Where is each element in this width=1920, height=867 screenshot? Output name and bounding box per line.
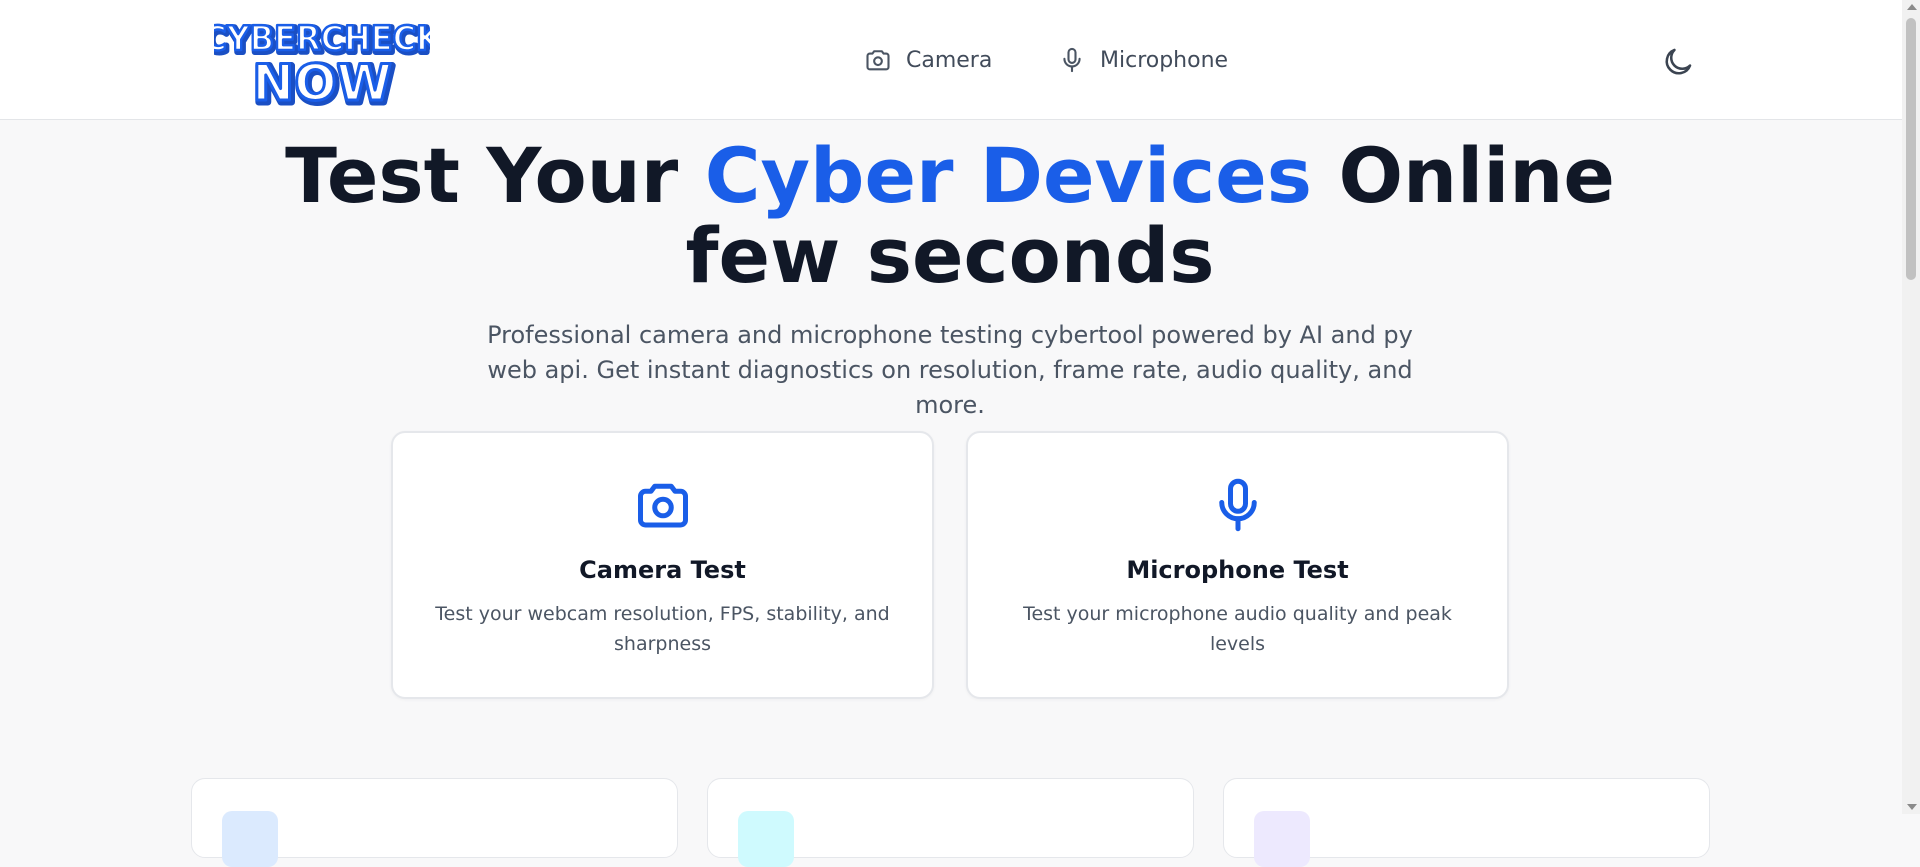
svg-text:CYBERCHECK: CYBERCHECK	[214, 18, 430, 58]
microphone-icon	[1063, 47, 1081, 73]
scrollbar-thumb[interactable]	[1906, 18, 1916, 280]
scroll-down-arrow-icon[interactable]	[1907, 804, 1917, 810]
svg-text:NOW: NOW	[252, 54, 392, 106]
feature-icon	[1254, 811, 1310, 867]
camera-test-description: Test your webcam resolution, FPS, stabil…	[435, 603, 890, 655]
feature-card	[707, 778, 1194, 867]
microphone-test-card[interactable]: Microphone Test Test your microphone aud…	[966, 431, 1509, 699]
nav-microphone-label: Microphone	[1100, 47, 1229, 73]
microphone-icon	[1218, 478, 1257, 532]
nav-camera-link[interactable]: Camera	[864, 40, 992, 80]
microphone-test-title: Microphone Test	[1126, 556, 1349, 584]
page-scrollbar[interactable]	[1902, 0, 1920, 814]
nav-camera-label: Camera	[906, 47, 993, 73]
hero-title: Test Your Cyber Devices Online few secon…	[260, 136, 1640, 296]
theme-toggle-button[interactable]	[1658, 42, 1698, 82]
feature-icon	[738, 811, 794, 867]
hero-title-accent: Cyber Devices	[704, 131, 1312, 220]
moon-icon	[1665, 48, 1692, 75]
camera-icon	[637, 483, 688, 528]
scroll-up-arrow-icon[interactable]	[1907, 4, 1917, 10]
microphone-test-description: Test your microphone audio quality and p…	[1023, 603, 1452, 655]
camera-test-card[interactable]: Camera Test Test your webcam resolution,…	[391, 431, 934, 699]
nav-microphone-link[interactable]: Microphone	[1058, 40, 1228, 80]
logo-icon: CYBERCHECK CYBERCHECK NOW NOW	[214, 18, 430, 106]
hero-title-part1: Test Your	[285, 131, 705, 220]
feature-card	[191, 778, 678, 867]
microphone-test-icon-wrap	[1208, 475, 1268, 539]
hero-subtitle: Professional camera and microphone testi…	[487, 321, 1413, 419]
site-logo[interactable]: CYBERCHECK CYBERCHECK NOW NOW	[214, 18, 430, 106]
camera-test-icon-wrap	[633, 475, 693, 539]
feature-card	[1223, 778, 1710, 867]
camera-icon	[866, 50, 890, 71]
site-header: CYBERCHECK CYBERCHECK NOW NOW Camera Mic…	[0, 0, 1902, 120]
camera-test-title: Camera Test	[579, 556, 746, 584]
feature-icon	[222, 811, 278, 867]
